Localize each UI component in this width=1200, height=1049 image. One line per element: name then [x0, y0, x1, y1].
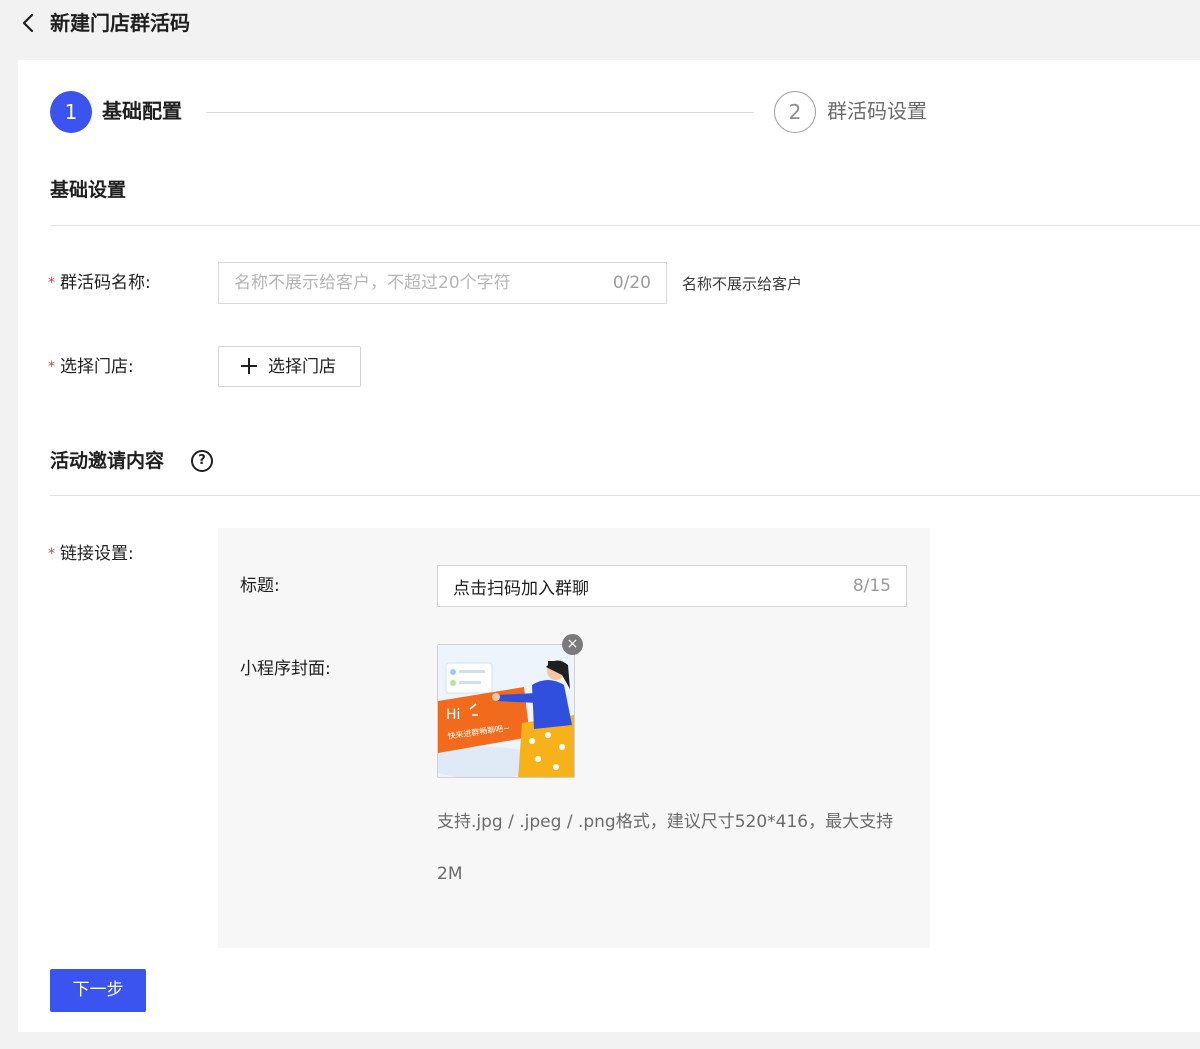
miniprogram-cover-image[interactable]: Hi 快来进群畅聊吧~ [437, 644, 575, 778]
required-mark: * [48, 359, 55, 375]
select-store-button[interactable]: 选择门店 [218, 346, 361, 387]
group-code-name-label-text: 群活码名称: [60, 273, 151, 293]
cover-greeting: Hi [446, 707, 460, 723]
basic-settings-title: 基础设置 [50, 179, 127, 201]
name-char-counter: 0/20 [612, 273, 651, 293]
next-step-button[interactable]: 下一步 [50, 969, 146, 1012]
cover-illustration: Hi 快来进群畅聊吧~ [438, 645, 574, 777]
upload-hint: 支持.jpg / .jpeg / .png格式，建议尺寸520*416，最大支持… [437, 812, 894, 884]
group-code-name-input[interactable] [219, 263, 599, 303]
remove-cover-icon[interactable]: × [562, 634, 583, 655]
plus-icon [241, 358, 257, 374]
main-card: 1 基础配置 2 群活码设置 基础设置 * 群活码名称: 0/20 名称不展示给客… [18, 60, 1200, 1032]
name-hint: 名称不展示给客户 [682, 275, 803, 293]
help-question-icon[interactable]: ? [191, 450, 213, 472]
step-connector-line [206, 112, 754, 113]
cover-label: 小程序封面: [240, 659, 331, 679]
title-char-counter: 8/15 [852, 576, 891, 596]
select-store-label-text: 选择门店: [60, 357, 134, 377]
invite-content-title: 活动邀请内容 [50, 450, 165, 472]
group-code-name-label: * 群活码名称: [48, 270, 151, 297]
select-store-label: * 选择门店: [48, 354, 134, 381]
select-store-button-label: 选择门店 [268, 357, 336, 377]
section-divider [50, 495, 1200, 496]
step-2-indicator: 2 [774, 91, 816, 133]
top-bar: 新建门店群活码 [0, 0, 1200, 50]
link-settings-panel: 标题: 8/15 小程序封面: Hi 快来进群畅聊吧~ [218, 528, 930, 948]
back-arrow-icon[interactable] [20, 12, 38, 34]
link-settings-label-text: 链接设置: [60, 544, 134, 564]
step-1-label: 基础配置 [102, 99, 182, 123]
required-mark: * [48, 546, 55, 562]
link-settings-label: * 链接设置: [48, 541, 134, 568]
step-2-label: 群活码设置 [827, 99, 927, 123]
required-mark: * [48, 275, 55, 291]
link-title-input[interactable] [438, 566, 838, 606]
link-title-field[interactable]: 8/15 [437, 565, 907, 607]
group-code-name-field[interactable]: 0/20 [218, 262, 667, 304]
title-label: 标题: [240, 576, 280, 596]
step-1-indicator: 1 [50, 91, 92, 133]
page-title: 新建门店群活码 [50, 11, 190, 35]
section-divider [50, 225, 1200, 226]
